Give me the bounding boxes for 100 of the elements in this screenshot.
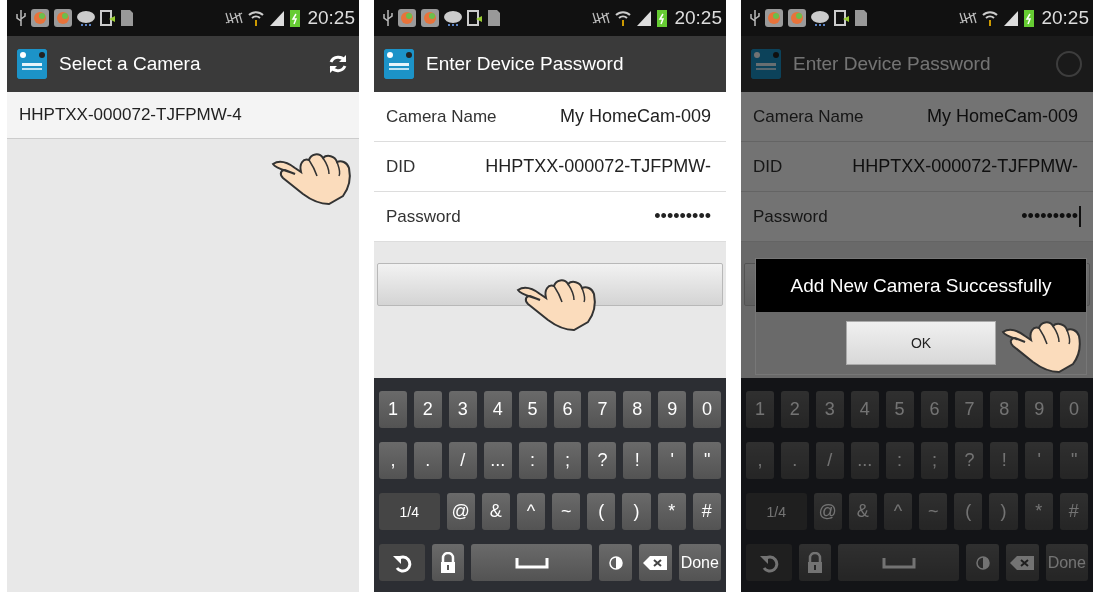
- field-label: Password: [386, 206, 461, 227]
- keyboard-key[interactable]: 0: [1060, 391, 1089, 428]
- keyboard-key[interactable]: ;: [553, 442, 582, 479]
- contrast-key[interactable]: [599, 544, 632, 581]
- field-label: DID: [386, 156, 416, 177]
- signal-icon: [1002, 9, 1021, 27]
- keyboard-key[interactable]: ,: [746, 442, 774, 479]
- app-icon: [397, 8, 417, 28]
- mute-icon: [958, 10, 979, 26]
- keyboard-key[interactable]: ): [622, 493, 651, 530]
- screen-title: Select a Camera: [59, 53, 202, 75]
- keyboard-key[interactable]: @: [446, 493, 475, 530]
- keyboard-key[interactable]: 3: [448, 391, 477, 428]
- keyboard-key[interactable]: ): [989, 493, 1018, 530]
- keyboard-key[interactable]: &: [481, 493, 510, 530]
- undo-key[interactable]: [379, 544, 425, 581]
- status-time: 20:25: [674, 7, 722, 29]
- sd-card-icon: [487, 9, 501, 27]
- keyboard-key[interactable]: ...: [483, 442, 512, 479]
- usb-icon: [382, 9, 394, 27]
- space-bar-icon: [514, 556, 549, 569]
- keyboard-key[interactable]: ~: [552, 493, 581, 530]
- keyboard-key[interactable]: ^: [516, 493, 546, 530]
- keyboard-key[interactable]: 6: [920, 391, 949, 428]
- wifi-icon: [247, 9, 266, 27]
- backspace-icon: [1009, 554, 1036, 571]
- keyboard-key[interactable]: 5: [518, 391, 547, 428]
- field-value[interactable]: HHPTXX-000072-TJFPMW-: [485, 156, 714, 177]
- keyboard-key[interactable]: !: [623, 442, 652, 479]
- keyboard-key[interactable]: (: [587, 493, 616, 530]
- battery-icon: [1023, 8, 1036, 28]
- keyboard-key[interactable]: ^: [883, 493, 913, 530]
- refresh-icon[interactable]: [327, 53, 349, 75]
- keyboard-key[interactable]: :: [518, 442, 547, 479]
- phone-icon: [466, 9, 484, 27]
- keyboard-key[interactable]: 7: [588, 391, 617, 428]
- keyboard-key[interactable]: 9: [1025, 391, 1054, 428]
- action-button[interactable]: [377, 263, 723, 306]
- page-key[interactable]: 1/4: [379, 493, 440, 530]
- status-time: 20:25: [1041, 7, 1089, 29]
- keyboard-key[interactable]: 1: [379, 391, 407, 428]
- keyboard-key[interactable]: ': [658, 442, 687, 479]
- signal-icon: [635, 9, 654, 27]
- phone-icon: [99, 9, 117, 27]
- field-value[interactable]: •••••••••: [654, 206, 714, 227]
- page-key[interactable]: 1/4: [746, 493, 807, 530]
- keyboard-key[interactable]: 4: [483, 391, 512, 428]
- ok-button[interactable]: OK: [846, 321, 996, 365]
- sd-card-icon: [120, 9, 134, 27]
- field-label: Password: [753, 206, 828, 227]
- keyboard-key[interactable]: 2: [413, 391, 442, 428]
- app-icon: [53, 8, 73, 28]
- sd-card-icon: [854, 9, 868, 27]
- camera-list-item[interactable]: HHPTXX-000072-TJFPMW-4: [7, 92, 359, 139]
- app-icon: [787, 8, 807, 28]
- field-value[interactable]: •••••••••: [1021, 206, 1081, 227]
- battery-icon: [289, 8, 302, 28]
- keyboard-key[interactable]: 0: [693, 391, 722, 428]
- lock-key[interactable]: [431, 544, 465, 581]
- keyboard-key[interactable]: 6: [553, 391, 582, 428]
- done-key[interactable]: Done: [678, 544, 721, 581]
- keyboard-key[interactable]: ,: [379, 442, 407, 479]
- keyboard-key[interactable]: ...: [850, 442, 879, 479]
- space-key[interactable]: [471, 544, 593, 581]
- contrast-key[interactable]: [966, 544, 999, 581]
- usb-icon: [15, 9, 27, 27]
- cloud-icon: [76, 9, 96, 27]
- screen-title: Enter Device Password: [426, 53, 625, 75]
- keyboard-key[interactable]: #: [692, 493, 721, 530]
- dialog-message: Add New Camera Successfully: [756, 259, 1086, 312]
- keyboard-key[interactable]: 3: [815, 391, 844, 428]
- wifi-icon: [981, 9, 1000, 27]
- keyboard-key[interactable]: ": [693, 442, 722, 479]
- field-label: DID: [753, 156, 783, 177]
- keyboard-key[interactable]: *: [657, 493, 686, 530]
- keyboard-key[interactable]: @: [813, 493, 842, 530]
- keyboard-key[interactable]: .: [413, 442, 442, 479]
- field-value[interactable]: My HomeCam-009: [559, 106, 714, 127]
- keyboard-key[interactable]: ?: [588, 442, 617, 479]
- app-icon: [30, 8, 50, 28]
- keyboard-key[interactable]: .: [780, 442, 809, 479]
- keyboard-key[interactable]: /: [448, 442, 477, 479]
- space-key[interactable]: [838, 544, 960, 581]
- field-value[interactable]: HHPTXX-000072-TJFPMW-: [852, 156, 1081, 177]
- keyboard-key[interactable]: *: [1024, 493, 1053, 530]
- cloud-icon: [443, 9, 463, 27]
- keyboard-key[interactable]: &: [848, 493, 877, 530]
- lock-icon: [439, 551, 458, 574]
- backspace-key[interactable]: [638, 544, 672, 581]
- wifi-icon: [614, 9, 633, 27]
- signal-icon: [268, 9, 287, 27]
- mute-icon: [591, 10, 612, 26]
- contrast-icon: [975, 555, 990, 570]
- app-icon: [420, 8, 440, 28]
- space-bar-icon: [881, 556, 916, 569]
- app-logo: [384, 49, 414, 79]
- keyboard-key[interactable]: 9: [658, 391, 687, 428]
- done-key[interactable]: Done: [1045, 544, 1088, 581]
- keyboard-key[interactable]: 8: [623, 391, 652, 428]
- field-value[interactable]: My HomeCam-009: [926, 106, 1081, 127]
